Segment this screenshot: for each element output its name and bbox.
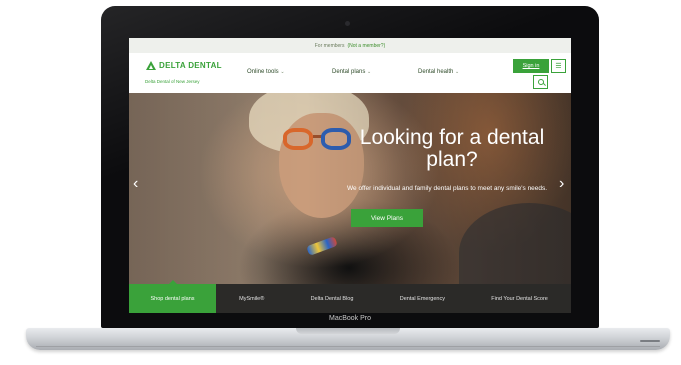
chevron-down-icon: ⌄ (455, 69, 460, 75)
screen: For members (Not a member?) DELTA DENTAL… (129, 38, 571, 313)
nav-dental-health-label: Dental health (418, 69, 454, 75)
hero-banner: ‹ › Looking for a dental plan? We offer … (129, 93, 571, 284)
nav-dental-plans[interactable]: Dental plans ⌄ (332, 69, 371, 75)
carousel-prev-arrow-icon[interactable]: ‹ (133, 175, 138, 193)
tab-mysmile[interactable]: MySmile® (216, 284, 287, 313)
hero-subtitle: We offer individual and family dental pl… (347, 185, 548, 192)
tab-shop-dental-plans[interactable]: Shop dental plans (129, 280, 216, 313)
delta-dental-logo[interactable]: DELTA DENTAL (146, 61, 222, 70)
search-icon-handle (543, 83, 546, 86)
hero-title: Looking for a dental plan? (359, 126, 545, 171)
base-edge-line (36, 346, 660, 347)
chevron-down-icon: ⌄ (280, 69, 285, 75)
view-plans-button[interactable]: View Plans (351, 209, 423, 227)
nav-online-tools-label: Online tools (247, 69, 279, 75)
site-header: DELTA DENTAL Delta Dental of New Jersey … (129, 53, 571, 93)
member-bar: For members (Not a member?) (129, 38, 571, 53)
power-indicator (640, 340, 660, 342)
hamburger-menu-button[interactable]: ☰ (551, 59, 566, 73)
laptop-brand-label: MacBook Pro (328, 315, 372, 322)
sign-in-button[interactable]: Sign in (513, 59, 549, 73)
member-bar-text: For members (314, 42, 345, 49)
laptop-base (26, 328, 670, 350)
delta-triangle-icon (146, 61, 156, 70)
hamburger-icon: ☰ (555, 63, 562, 70)
tab-find-dental-score[interactable]: Find Your Dental Score (468, 284, 571, 313)
base-notch (296, 328, 400, 334)
bottom-tab-bar: Shop dental plans MySmile® Delta Dental … (129, 280, 571, 313)
search-button[interactable] (533, 75, 548, 89)
nav-online-tools[interactable]: Online tools ⌄ (247, 69, 285, 75)
nav-dental-plans-label: Dental plans (332, 69, 366, 75)
camera-dot (345, 21, 350, 26)
chevron-down-icon: ⌄ (367, 69, 372, 75)
logo-subtitle: Delta Dental of New Jersey (145, 79, 200, 84)
tab-dental-emergency[interactable]: Dental Emergency (377, 284, 469, 313)
not-a-member-link[interactable]: (Not a member?) (347, 43, 385, 49)
nav-dental-health[interactable]: Dental health ⌄ (418, 69, 459, 75)
logo-text: DELTA DENTAL (159, 61, 222, 70)
tab-delta-dental-blog[interactable]: Delta Dental Blog (287, 284, 376, 313)
